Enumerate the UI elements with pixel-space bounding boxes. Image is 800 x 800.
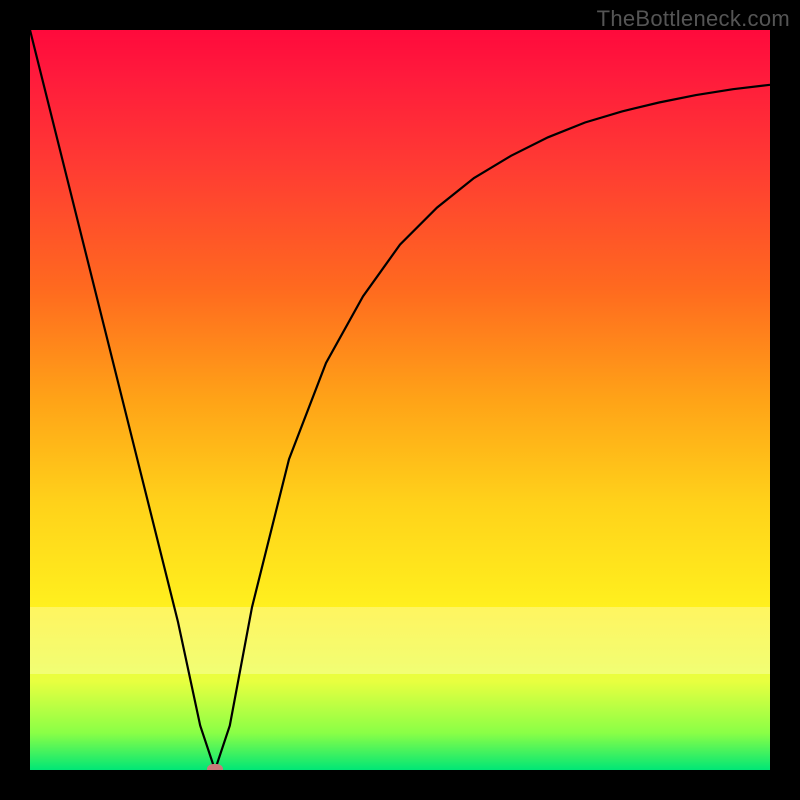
chart-frame: TheBottleneck.com	[0, 0, 800, 800]
optimum-marker	[207, 764, 223, 770]
plot-area	[30, 30, 770, 770]
bottleneck-curve	[30, 30, 770, 770]
watermark-text: TheBottleneck.com	[597, 6, 790, 32]
